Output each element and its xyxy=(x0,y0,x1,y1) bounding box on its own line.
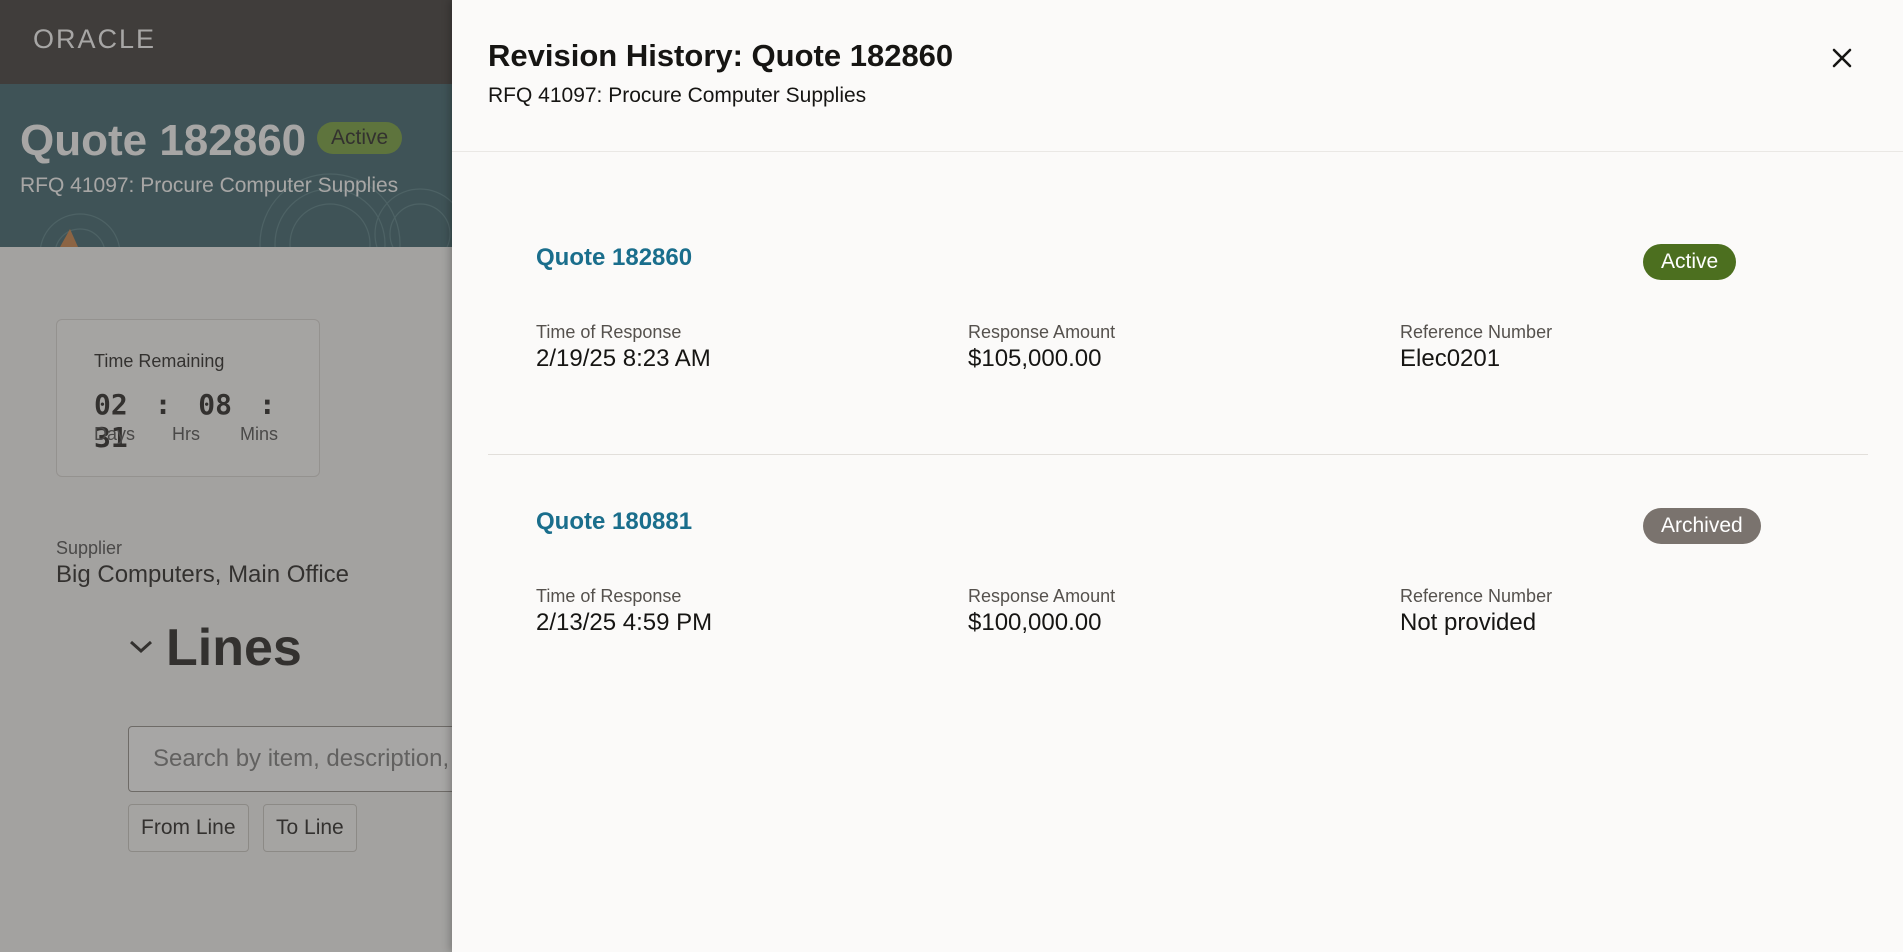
status-badge: Active xyxy=(1643,244,1737,280)
field-value: 2/13/25 4:59 PM xyxy=(536,609,713,636)
field-value: Not provided xyxy=(1400,609,1537,636)
reference-number-field: Reference Number Elec0201 xyxy=(1400,322,1552,373)
time-of-response-field: Time of Response 2/19/25 8:23 AM xyxy=(536,322,711,373)
field-label: Response Amount xyxy=(968,322,1116,342)
revision-history-drawer: Revision History: Quote 182860 RFQ 41097… xyxy=(452,0,1903,952)
field-label: Time of Response xyxy=(536,322,682,342)
reference-number-field: Reference Number Not provided xyxy=(1400,586,1552,637)
field-value: Elec0201 xyxy=(1400,345,1501,372)
time-of-response-field: Time of Response 2/13/25 4:59 PM xyxy=(536,586,712,637)
drawer-header: Revision History: Quote 182860 RFQ 41097… xyxy=(452,0,1903,152)
field-label: Reference Number xyxy=(1400,322,1553,342)
field-value: 2/19/25 8:23 AM xyxy=(536,345,711,372)
field-label: Time of Response xyxy=(536,586,682,606)
revision-link[interactable]: Quote 182860 xyxy=(536,244,692,272)
close-button[interactable] xyxy=(1822,38,1862,78)
revision-link[interactable]: Quote 180881 xyxy=(536,508,692,536)
drawer-title: Revision History: Quote 182860 xyxy=(488,38,954,73)
response-amount-field: Response Amount $105,000.00 xyxy=(968,322,1115,373)
field-value: $105,000.00 xyxy=(968,345,1102,372)
field-value: $100,000.00 xyxy=(968,609,1102,636)
drawer-subtitle: RFQ 41097: Procure Computer Supplies xyxy=(488,84,867,107)
page: ORACLE Quote 182860 Active RFQ 41097: Pr… xyxy=(0,0,1903,952)
field-label: Response Amount xyxy=(968,586,1116,606)
divider xyxy=(488,454,1868,455)
field-label: Reference Number xyxy=(1400,586,1553,606)
response-amount-field: Response Amount $100,000.00 xyxy=(968,586,1115,637)
close-icon xyxy=(1832,48,1852,68)
status-badge: Archived xyxy=(1643,508,1761,544)
